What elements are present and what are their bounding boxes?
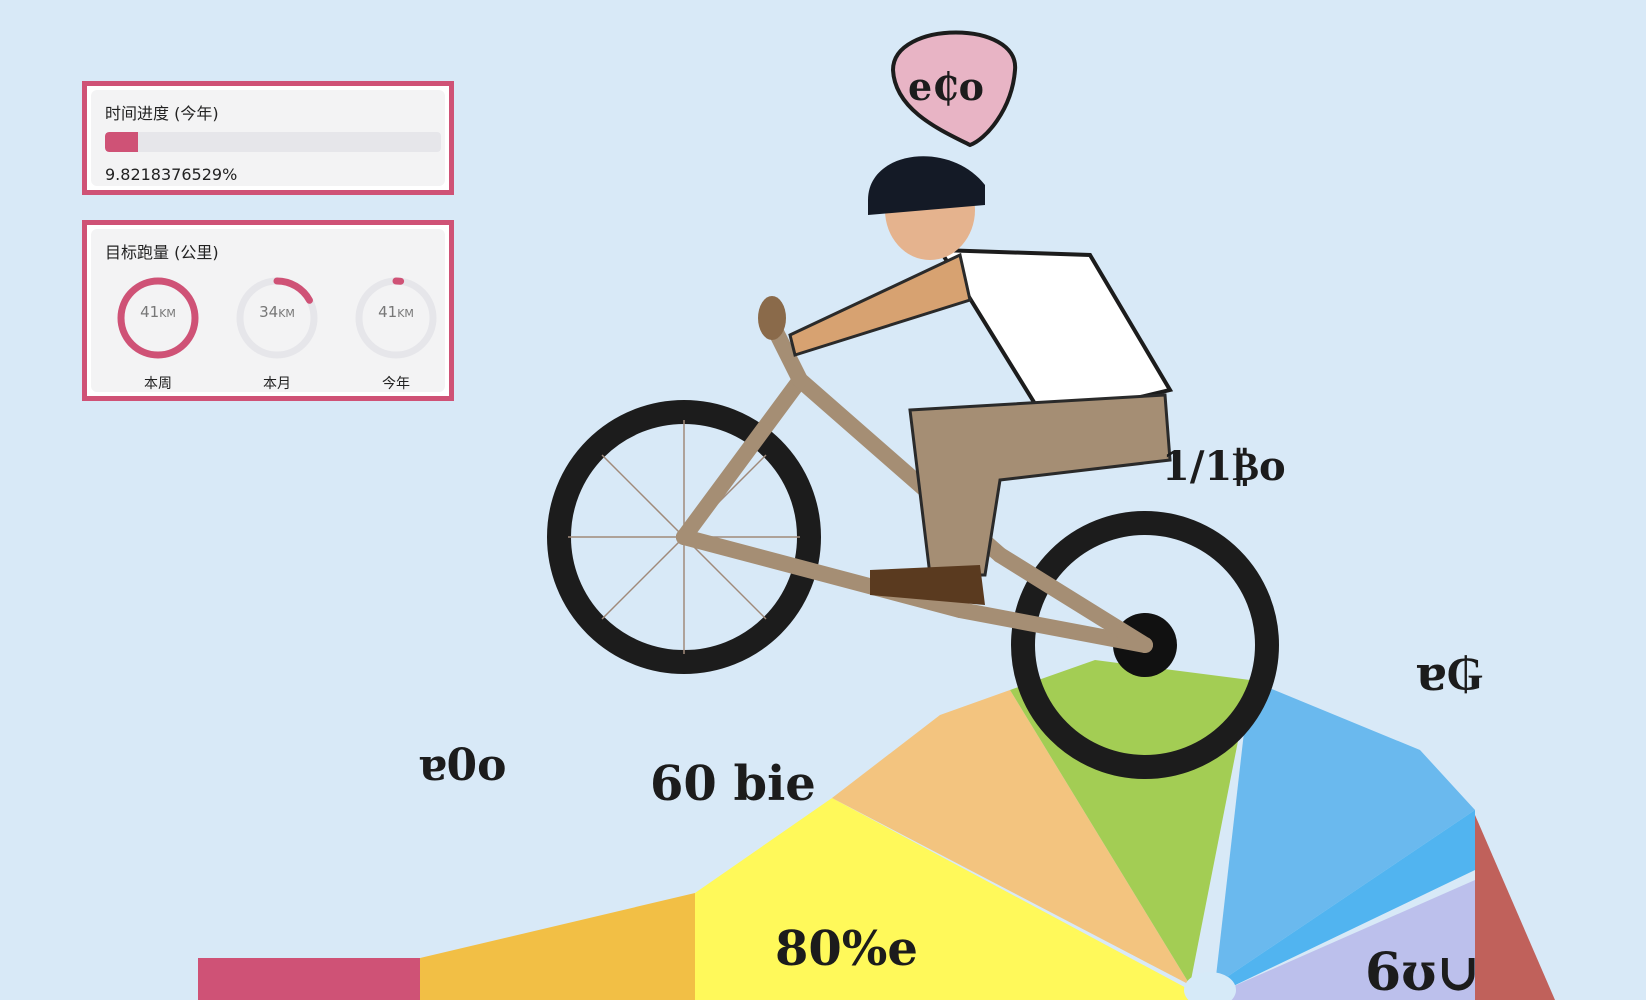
time-progress-card: 时间进度 (今年) 9.8218376529% [82, 81, 454, 195]
ring-week: 41KM 本周 [113, 273, 203, 399]
scribble-label: 1/1₿o [1162, 443, 1286, 490]
app-canvas: e₵o 1/1₿o ɐ0o 60 bie ɐ₲ 80%e 6ʊ∪ 时间进度 (今… [0, 0, 1646, 1000]
scribble-label: 80%e [775, 921, 918, 977]
ring-year-value: 41KM [378, 303, 414, 321]
ring-week-label: 本周 [144, 376, 172, 392]
scribble-label: ɐ0o [418, 740, 506, 791]
scribble-label: ɐ₲ [1415, 646, 1483, 702]
ring-month-value: 34KM [259, 303, 295, 321]
scribble-label: 60 bie [650, 756, 816, 812]
ring-month-label: 本月 [263, 376, 291, 392]
helmet-badge: e₵o [890, 30, 1018, 148]
ring-year: 41KM 今年 [351, 273, 441, 399]
goal-distance-card: 目标跑量 (公里) 41KM 本周 34KM 本月 41KM 今年 [82, 220, 454, 401]
ring-month: 34KM 本月 [232, 273, 322, 399]
goal-rings: 41KM 本周 34KM 本月 41KM 今年 [91, 273, 445, 399]
goal-distance-title: 目标跑量 (公里) [105, 243, 219, 262]
goal-distance-card-body: 目标跑量 (公里) 41KM 本周 34KM 本月 41KM 今年 [91, 229, 445, 392]
ring-year-label: 今年 [382, 376, 410, 392]
badge-text: e₵o [908, 64, 984, 109]
time-progress-title: 时间进度 (今年) [105, 104, 219, 123]
time-progress-percent: 9.8218376529% [105, 165, 238, 184]
time-progress-fill [105, 132, 138, 152]
time-progress-card-body: 时间进度 (今年) 9.8218376529% [91, 90, 445, 186]
time-progress-bar [105, 132, 441, 152]
ring-week-value: 41KM [140, 303, 176, 321]
scribble-label: 6ʊ∪ [1365, 942, 1480, 1000]
